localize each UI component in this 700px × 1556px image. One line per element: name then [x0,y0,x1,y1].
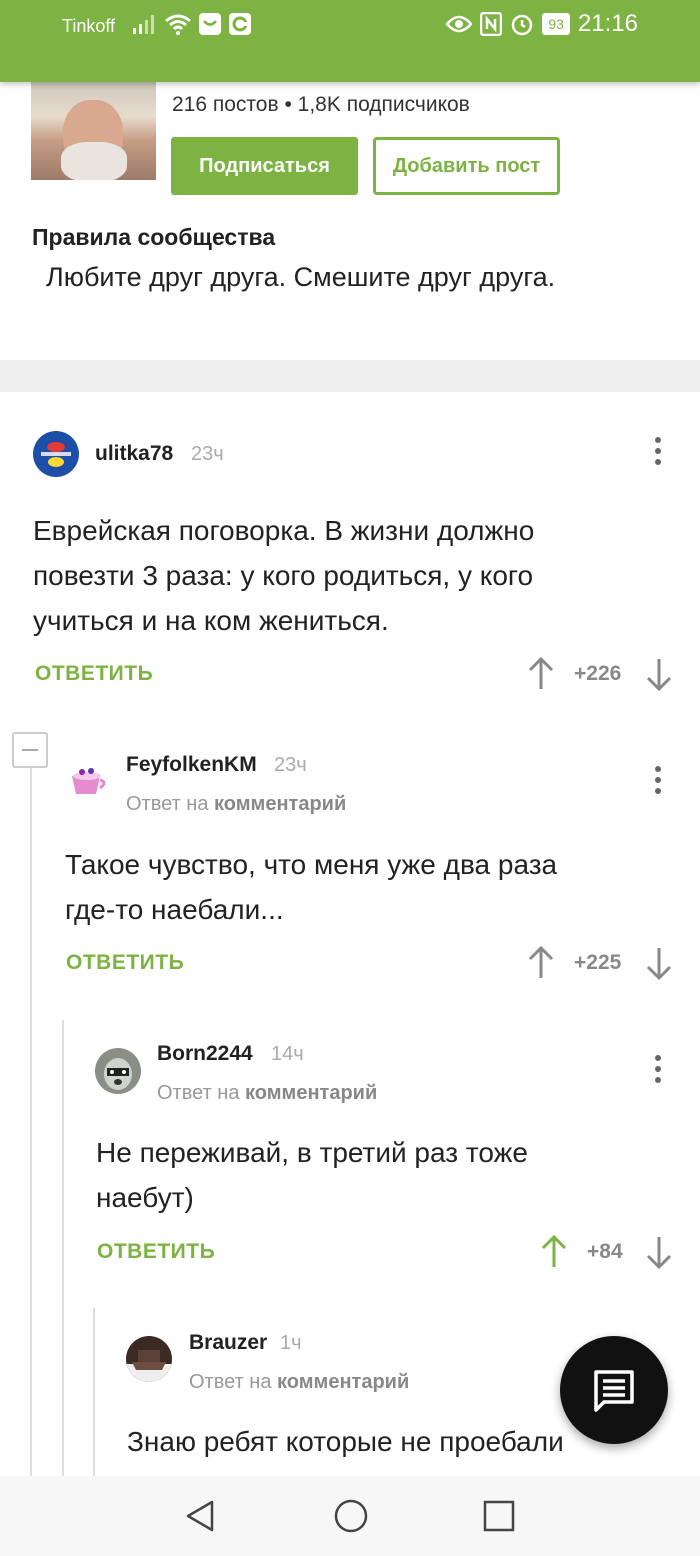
add-post-button[interactable]: Добавить пост [373,137,560,195]
comment-time: 1ч [280,1332,302,1354]
eye-icon [446,15,473,33]
reply-to: Ответ на комментарий [157,1082,378,1104]
community-stats: 216 постов • 1,8K подписчиков [172,93,470,116]
comment-time: 23ч [274,754,307,776]
avatar[interactable] [95,1048,141,1094]
rules-text: Любите друг друга. Смешите друг друга. [46,262,556,292]
avatar[interactable] [126,1336,172,1382]
status-bar: Tinkoff 93 21:16 [0,0,700,82]
reply-to: Ответ на комментарий [126,793,347,815]
avatar[interactable] [64,760,110,806]
comment-username[interactable]: Born2244 [157,1042,253,1066]
wifi-icon [165,14,191,35]
comment-text: Такое чувство, что меня уже два раза где… [65,849,558,925]
avatar-image [126,1350,172,1382]
comment-score: +226 [574,662,622,685]
reply-button[interactable]: ОТВЕТИТЬ [66,951,184,975]
upvote-icon[interactable] [526,945,556,981]
avatar[interactable] [33,431,79,477]
battery-level: 93 [542,13,570,35]
home-icon[interactable] [333,1498,369,1534]
carrier-name: Tinkoff [62,16,116,36]
rules-title: Правила сообщества [32,224,276,250]
downvote-icon[interactable] [644,945,674,981]
section-divider [0,360,700,392]
comment-username[interactable]: ulitka78 [95,442,173,466]
reply-button[interactable]: ОТВЕТИТЬ [97,1240,215,1264]
avatar-image [104,1058,132,1090]
comment-text: Не переживай, в третий раз тоже наебут) [96,1137,528,1213]
collapse-thread-button[interactable] [12,732,48,768]
thread-line[interactable] [62,1020,64,1476]
avatar-image [41,442,71,467]
community-avatar[interactable] [31,82,156,180]
shopping-app-icon [199,13,221,35]
more-options-icon[interactable] [653,1055,663,1085]
back-icon[interactable] [184,1498,216,1534]
reply-button[interactable]: ОТВЕТИТЬ [35,662,153,686]
comment-score: +84 [587,1240,623,1263]
more-options-icon[interactable] [653,437,663,467]
comment-time: 23ч [191,443,224,465]
comment-score: +225 [574,951,622,974]
clock: 21:16 [577,10,638,37]
avatar-image [72,768,106,794]
comment-time: 14ч [271,1043,304,1065]
downvote-icon[interactable] [644,656,674,692]
message-icon [594,1370,634,1412]
nfc-icon [480,12,503,36]
signal-icon [133,15,154,34]
subscribe-button[interactable]: Подписаться [171,137,358,195]
comment-text: Еврейская поговорка. В жизни должно пове… [33,515,535,636]
reply-to: Ответ на комментарий [189,1371,410,1393]
upvote-icon[interactable] [526,656,556,692]
downvote-icon[interactable] [644,1234,674,1270]
comment-username[interactable]: Brauzer [189,1331,267,1355]
thread-line[interactable] [30,768,32,1476]
recents-icon[interactable] [482,1499,516,1533]
browser-app-icon [229,13,251,35]
comment-username[interactable]: FeyfolkenKM [126,753,257,777]
reply-to-link[interactable]: комментарий [277,1371,409,1393]
thread-line[interactable] [93,1308,95,1476]
reply-to-link[interactable]: комментарий [245,1082,377,1104]
system-nav-bar [0,1476,700,1556]
comment-fab-button[interactable] [560,1336,668,1444]
more-options-icon[interactable] [653,766,663,796]
upvote-icon[interactable] [539,1234,569,1270]
reply-to-link[interactable]: комментарий [214,793,346,815]
alarm-icon [512,14,533,36]
